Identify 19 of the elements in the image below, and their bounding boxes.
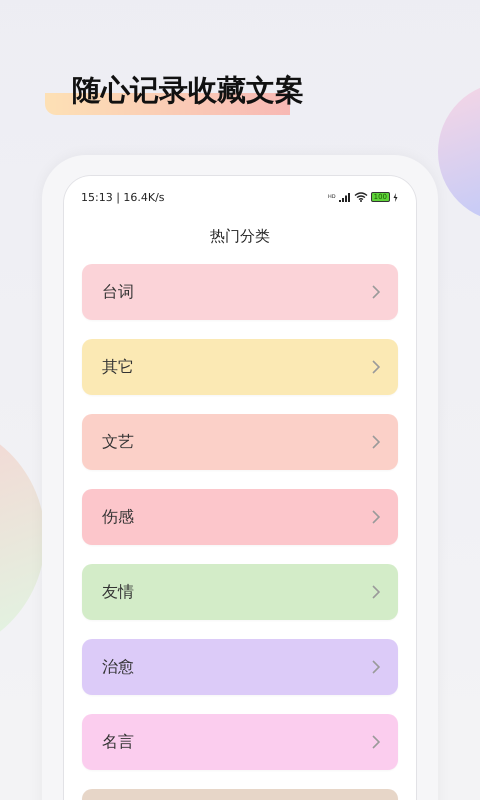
chevron-right-icon	[372, 585, 380, 599]
chevron-right-icon	[372, 510, 380, 524]
charging-icon	[393, 192, 398, 202]
status-time: 15:13 | 16.4K/s	[81, 190, 165, 204]
chevron-right-icon	[372, 660, 380, 674]
category-item[interactable]: 治愈	[82, 639, 398, 695]
category-item[interactable]: 名言	[82, 714, 398, 770]
category-item[interactable]: 友情	[82, 564, 398, 620]
category-item[interactable]: 文艺	[82, 414, 398, 470]
chevron-right-icon	[372, 360, 380, 374]
category-item[interactable]: 其它	[82, 339, 398, 395]
chevron-right-icon	[372, 435, 380, 449]
signal-icon	[338, 192, 351, 202]
category-item[interactable]: 台词	[82, 264, 398, 320]
category-item[interactable]: 伤感	[82, 489, 398, 545]
wifi-icon	[354, 192, 368, 202]
page-title: 热门分类	[209, 226, 271, 247]
chevron-right-icon	[372, 285, 380, 299]
chevron-right-icon	[372, 735, 380, 749]
